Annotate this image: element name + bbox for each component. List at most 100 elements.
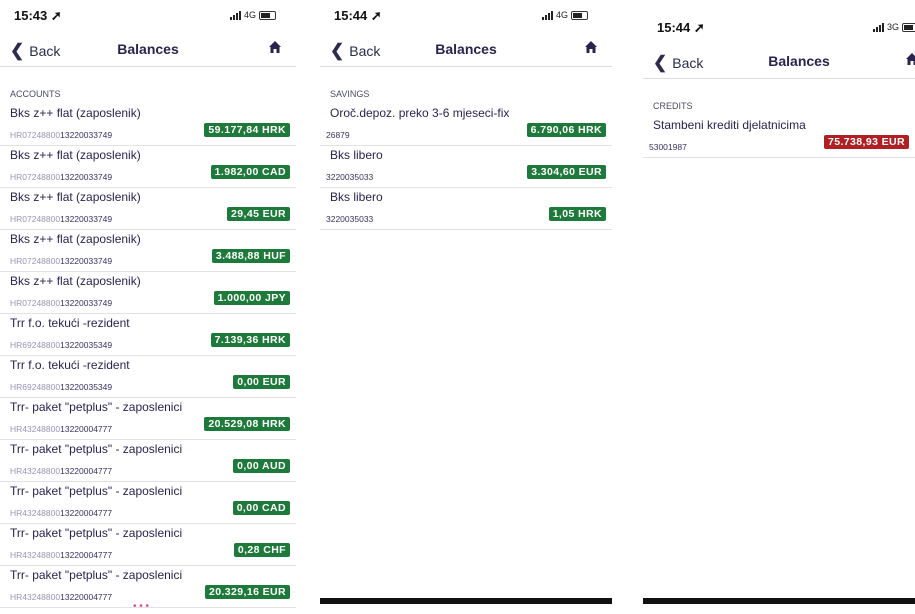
balance-badge: 0,00 CAD	[232, 501, 290, 515]
list-item[interactable]: Trr- paket "petplus" - zaposlenici HR4324…	[0, 398, 296, 440]
account-name: Bks z++ flat (zaposlenik)	[10, 148, 141, 162]
account-name: Trr f.o. tekući -rezident	[10, 316, 130, 330]
iban-prefix: HR69248800	[10, 340, 61, 350]
account-iban: HR0724880013220033749	[10, 130, 112, 140]
account-iban: HR0724880013220033749	[10, 256, 112, 266]
home-indicator	[643, 598, 915, 604]
signal-indicator: 4G	[230, 10, 277, 20]
account-name: Stambeni krediti djelatnicima	[653, 118, 806, 132]
list-item[interactable]: Trr f.o. tekući -rezident HR6924880013220…	[0, 356, 296, 398]
network-type: 4G	[556, 10, 569, 20]
battery-icon	[259, 10, 277, 20]
screen-accounts: 15:43 ➚ 4G ❮ Back Balances ACCOUNTS Bks z…	[0, 0, 296, 614]
section-header-savings: SAVINGS	[330, 89, 370, 99]
iban-rest: 13220035349	[60, 382, 113, 392]
screen-credits: 15:44 ➚ 3G ❮ Back Balances CREDITS Stambe…	[643, 0, 915, 614]
iban-rest: 13220004777	[60, 508, 113, 518]
iban-prefix: HR07248800	[10, 214, 61, 224]
list-item[interactable]: Oroč.depoz. preko 3-6 mjeseci-fix 26879 6.…	[320, 104, 612, 146]
account-name: Trr f.o. tekući -rezident	[10, 358, 130, 372]
balance-badge: 1.982,00 CAD	[210, 165, 290, 179]
balance-badge: 59.177,84 HRK	[204, 123, 290, 137]
list-item[interactable]: Stambeni krediti djelatnicima 53001987 75.…	[643, 116, 915, 158]
account-name: Trr- paket "petplus" - zaposlenici	[10, 484, 183, 498]
balance-badge: 3.304,60 EUR	[527, 165, 606, 179]
home-icon[interactable]	[268, 40, 282, 54]
list-item[interactable]: Bks libero 3220035033 3.304,60 EUR	[320, 146, 612, 188]
balance-badge: 29,45 EUR	[227, 207, 290, 221]
account-iban: HR0724880013220033749	[10, 172, 112, 182]
account-name: Oroč.depoz. preko 3-6 mjeseci-fix	[330, 106, 510, 120]
iban-prefix: HR43248800	[10, 466, 61, 476]
account-name: Trr- paket "petplus" - zaposlenici	[10, 442, 183, 456]
iban-prefix: HR43248800	[10, 592, 61, 602]
section-header-accounts: ACCOUNTS	[10, 89, 61, 99]
iban-rest: 13220004777	[60, 466, 113, 476]
signal-bars-icon	[230, 10, 241, 20]
list-item[interactable]: Trr- paket "petplus" - zaposlenici HR4324…	[0, 440, 296, 482]
iban-prefix: HR43248800	[10, 550, 61, 560]
iban-prefix: HR07248800	[10, 172, 61, 182]
account-number: 3220035033	[326, 172, 374, 182]
home-icon[interactable]	[905, 52, 915, 66]
account-name: Bks z++ flat (zaposlenik)	[10, 274, 141, 288]
iban-rest: 13220004777	[60, 550, 113, 560]
pink-dots: • • •	[133, 601, 150, 612]
iban-rest: 13220033749	[60, 256, 113, 266]
list-item[interactable]: Trr f.o. tekući -rezident HR6924880013220…	[0, 314, 296, 356]
status-bar: 15:44 ➚ 4G	[320, 0, 612, 32]
balance-badge: 1,05 HRK	[548, 207, 606, 221]
account-iban: HR6924880013220035349	[10, 340, 112, 350]
list-item[interactable]: Trr- paket "petplus" - zaposlenici HR4324…	[0, 482, 296, 524]
balance-badge: 75.738,93 EUR	[824, 135, 909, 149]
nav-bar: ❮ Back Balances	[643, 44, 915, 79]
account-iban: HR6924880013220035349	[10, 382, 112, 392]
accounts-list: Bks z++ flat (zaposlenik) HR0724880013220…	[0, 104, 296, 608]
list-item[interactable]: Bks z++ flat (zaposlenik) HR0724880013220…	[0, 230, 296, 272]
account-name: Trr- paket "petplus" - zaposlenici	[10, 400, 183, 414]
home-indicator	[320, 598, 612, 604]
page-title: Balances	[117, 41, 179, 57]
signal-indicator: 3G	[873, 22, 915, 32]
balance-badge: 0,00 EUR	[233, 375, 290, 389]
list-item[interactable]: Bks z++ flat (zaposlenik) HR0724880013220…	[0, 146, 296, 188]
account-iban: HR4324880013220004777	[10, 592, 112, 602]
signal-indicator: 4G	[542, 10, 589, 20]
account-iban: HR4324880013220004777	[10, 466, 112, 476]
list-item[interactable]: Bks z++ flat (zaposlenik) HR0724880013220…	[0, 104, 296, 146]
account-name: Bks z++ flat (zaposlenik)	[10, 106, 141, 120]
section-header-credits: CREDITS	[653, 101, 693, 111]
account-iban: HR0724880013220033749	[10, 214, 112, 224]
nav-bar: ❮ Back Balances	[320, 32, 612, 67]
list-item[interactable]: Bks libero 3220035033 1,05 HRK	[320, 188, 612, 230]
iban-rest: 13220033749	[60, 130, 113, 140]
account-iban: HR4324880013220004777	[10, 550, 112, 560]
iban-rest: 13220033749	[60, 214, 113, 224]
list-item[interactable]: Bks z++ flat (zaposlenik) HR0724880013220…	[0, 188, 296, 230]
battery-icon	[902, 22, 915, 32]
balance-badge: 1.000,00 JPY	[213, 291, 290, 305]
iban-prefix: HR43248800	[10, 508, 61, 518]
nav-bar: ❮ Back Balances	[0, 32, 296, 67]
signal-bars-icon	[542, 10, 553, 20]
iban-prefix: HR07248800	[10, 298, 61, 308]
account-number: 53001987	[649, 142, 687, 152]
balance-badge: 6.790,06 HRK	[526, 123, 606, 137]
balance-badge: 20.329,16 EUR	[205, 585, 290, 599]
status-time: 15:44 ➚	[657, 20, 705, 35]
iban-rest: 13220035349	[60, 340, 113, 350]
list-item[interactable]: Trr- paket "petplus" - zaposlenici HR4324…	[0, 524, 296, 566]
account-iban: HR4324880013220004777	[10, 424, 112, 434]
account-name: Bks libero	[330, 148, 383, 162]
status-time: 15:44 ➚	[334, 8, 382, 23]
home-icon[interactable]	[584, 40, 598, 54]
account-iban: HR0724880013220033749	[10, 298, 112, 308]
network-type: 4G	[244, 10, 257, 20]
list-item[interactable]: Bks z++ flat (zaposlenik) HR0724880013220…	[0, 272, 296, 314]
iban-prefix: HR07248800	[10, 130, 61, 140]
account-name: Bks libero	[330, 190, 383, 204]
account-name: Trr- paket "petplus" - zaposlenici	[10, 526, 183, 540]
iban-prefix: HR69248800	[10, 382, 61, 392]
credits-list: Stambeni krediti djelatnicima 53001987 75.…	[643, 116, 915, 158]
account-number: 3220035033	[326, 214, 374, 224]
